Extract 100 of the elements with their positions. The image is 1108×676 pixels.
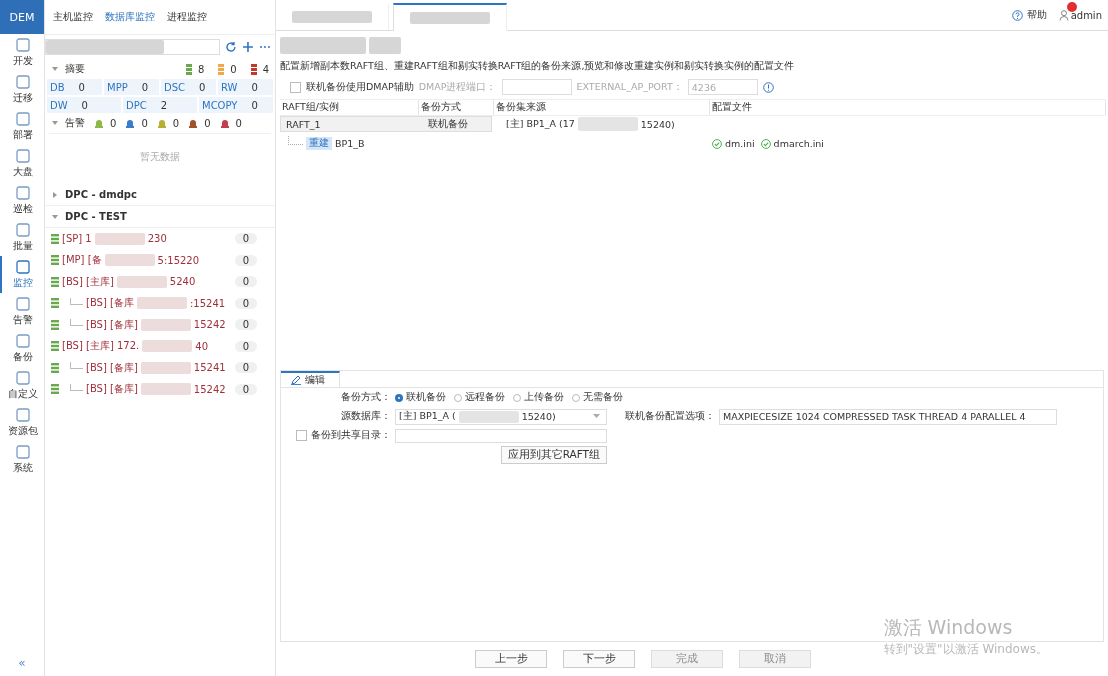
instance-name[interactable]: [SP] 1 <box>62 233 92 245</box>
instance-count: 0 <box>234 319 257 331</box>
instance-port[interactable]: 5:15220 <box>157 254 200 266</box>
pencil-icon <box>291 375 301 385</box>
radio-button[interactable] <box>395 393 403 402</box>
caret-icon[interactable] <box>51 119 59 127</box>
instance-port[interactable]: 15242 <box>193 319 226 331</box>
server-icon <box>51 298 59 309</box>
refresh-icon[interactable] <box>225 41 238 53</box>
instance-name[interactable]: [BS] [备库] <box>86 317 138 332</box>
instance-port[interactable]: 5240 <box>169 276 196 288</box>
instance-port[interactable]: :15241 <box>189 297 226 309</box>
radio-option[interactable]: 联机备份 <box>395 391 446 404</box>
group-title[interactable]: DPC - TEST <box>65 211 127 222</box>
type-count: 0 <box>78 81 85 93</box>
type-count: 2 <box>160 99 168 111</box>
config-file-link[interactable]: dmarch.ini <box>773 138 824 149</box>
server-icon <box>51 255 59 266</box>
apply-button[interactable]: 应用到其它RAFT组 <box>500 445 607 464</box>
instance-port[interactable]: 230 <box>147 233 167 245</box>
nav-item[interactable]: 迁移 <box>0 71 44 108</box>
nav-icon <box>15 37 31 52</box>
wizard-button[interactable]: 下一步 <box>563 650 635 668</box>
directory-field[interactable] <box>395 428 607 443</box>
server-icon <box>51 341 59 352</box>
nav-icon <box>15 148 31 163</box>
nav-icon <box>15 259 31 274</box>
instance-count: 0 <box>234 340 257 352</box>
instance-name[interactable]: [BS] [主库] 172. <box>62 339 140 354</box>
nav-item[interactable]: 批量 <box>0 219 44 256</box>
app-logo: DEM <box>0 0 44 34</box>
column-header: 备份方式 <box>419 100 494 115</box>
nav-icon <box>15 407 31 422</box>
instance-port[interactable]: 15241 <box>193 362 226 374</box>
user-name[interactable]: admin <box>1070 9 1102 21</box>
instance-count: 0 <box>234 383 257 395</box>
nav-icon <box>15 370 31 385</box>
type-label: RW <box>221 81 238 93</box>
nav-item[interactable]: 资源包 <box>0 404 44 441</box>
type-label: DB <box>50 81 65 93</box>
source-select[interactable]: [主] BP1_A ( 15240) <box>395 408 607 425</box>
caret-icon[interactable] <box>51 65 59 73</box>
nav-item[interactable]: 告警 <box>0 293 44 330</box>
edit-tab[interactable]: 编辑 <box>281 371 340 387</box>
nav-icon <box>15 333 31 348</box>
empty-message: 暂无数据 <box>49 133 271 184</box>
instance-port[interactable]: 40 <box>195 340 208 352</box>
instance-port[interactable]: 15242 <box>193 383 226 395</box>
options-field[interactable]: MAXPIECESIZE 1024 COMPRESSED TASK THREAD 4 PARALLEL 4 <box>719 408 1057 425</box>
page-tab[interactable] <box>393 3 507 31</box>
instance-name[interactable]: [BS] [主库] <box>62 274 114 289</box>
instance-name[interactable]: [BS] [备库] <box>86 360 138 375</box>
nav-item[interactable]: 巡检 <box>0 182 44 219</box>
caret-icon[interactable] <box>51 212 59 221</box>
server-icon <box>51 362 59 373</box>
caret-icon[interactable] <box>51 190 59 199</box>
nav-item[interactable]: 自定义 <box>0 367 44 404</box>
type-label: DSC <box>164 81 186 93</box>
more-icon[interactable] <box>259 45 271 49</box>
group-title[interactable]: DPC - dmdpc <box>65 189 137 200</box>
monitor-tab[interactable]: 主机监控 <box>53 10 93 24</box>
collapse-button[interactable]: « <box>0 656 44 676</box>
monitor-tab[interactable]: 进程监控 <box>167 10 207 24</box>
instance-name[interactable]: [BS] [备库 <box>86 296 134 311</box>
nav-item[interactable]: 备份 <box>0 330 44 367</box>
server-icon <box>51 233 59 244</box>
blurred-text <box>94 232 145 245</box>
nav-item[interactable]: 大盘 <box>0 145 44 182</box>
instance-name[interactable]: [MP] [备 <box>62 253 102 268</box>
field-label: 源数据库： <box>340 410 391 423</box>
radio-option[interactable]: 无需备份 <box>572 391 623 404</box>
nav-item[interactable]: 部署 <box>0 108 44 145</box>
tree-line <box>70 319 83 327</box>
radio-option[interactable]: 上传备份 <box>513 391 564 404</box>
monitor-tab[interactable]: 数据库监控 <box>105 10 155 24</box>
input-field[interactable] <box>501 79 572 95</box>
checkbox[interactable] <box>296 430 307 441</box>
checkbox[interactable] <box>290 81 301 93</box>
type-count: 0 <box>141 81 149 93</box>
search-field[interactable] <box>45 39 221 55</box>
add-icon[interactable] <box>242 41 255 53</box>
status-count: 8 <box>197 63 205 75</box>
help-link[interactable]: 帮助 <box>1026 8 1047 22</box>
wizard-button[interactable]: 上一步 <box>475 650 547 668</box>
nav-item[interactable]: 系统 <box>0 441 44 478</box>
source-port: 15240) <box>640 118 675 130</box>
nav-icon <box>15 185 31 200</box>
type-count: 0 <box>199 81 206 93</box>
nav-item[interactable]: 监控 <box>0 256 44 293</box>
blurred-text <box>142 340 193 353</box>
config-file-link[interactable]: dm.ini <box>725 138 755 149</box>
blurred-text <box>140 361 191 374</box>
instance-name[interactable]: [BS] [备库] <box>86 382 138 397</box>
nav-item[interactable]: 开发 <box>0 34 44 71</box>
blurred-text <box>136 297 187 310</box>
server-icon <box>51 276 59 287</box>
nav-icon <box>15 444 31 459</box>
radio-option[interactable]: 远程备份 <box>454 391 505 404</box>
server-icon <box>51 384 59 395</box>
column-header: 备份集来源 <box>494 100 710 115</box>
